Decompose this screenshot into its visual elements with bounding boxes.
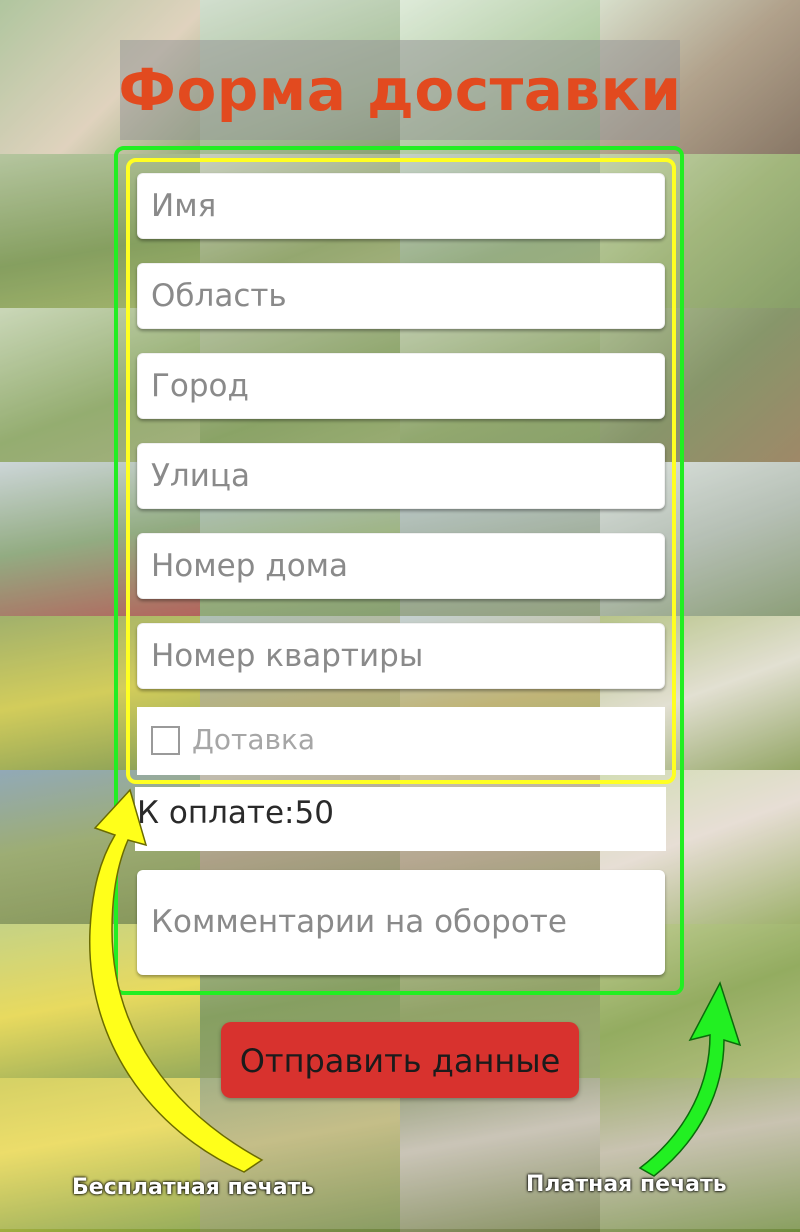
paid-print-arrow-icon [638,981,742,1177]
annotation-arrows [89,788,742,1177]
free-print-caption: Бесплатная печать [72,1175,315,1200]
paid-print-caption: Платная печать [526,1172,727,1197]
free-print-arrow-icon [89,788,264,1173]
